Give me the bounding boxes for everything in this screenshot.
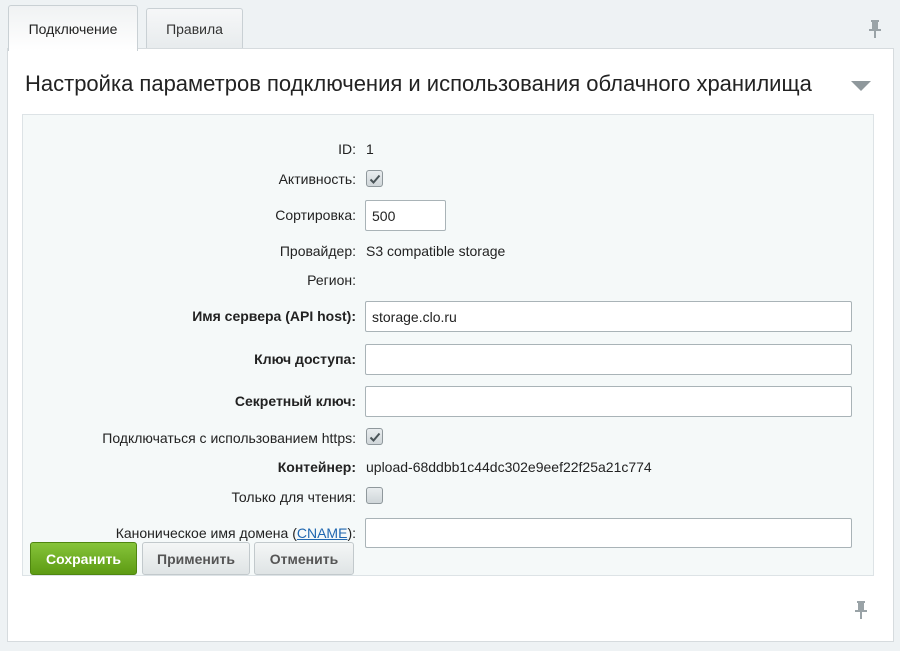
chevron-down-icon[interactable] [851, 80, 871, 92]
host-label: Имя сервера (API host): [192, 308, 356, 324]
pin-icon[interactable] [854, 600, 868, 620]
secret-key-input[interactable] [365, 386, 852, 417]
active-label: Активность: [278, 171, 356, 187]
https-label: Подключаться с использованием https: [102, 430, 356, 446]
host-input[interactable] [365, 301, 852, 332]
page-title: Настройка параметров подключения и испол… [25, 71, 812, 96]
readonly-checkbox[interactable] [366, 487, 383, 504]
sort-label: Сортировка: [275, 207, 356, 223]
access-key-input[interactable] [365, 344, 852, 375]
tab-connection[interactable]: Подключение [8, 5, 138, 51]
access-key-label: Ключ доступа: [254, 351, 356, 367]
tab-connection-label: Подключение [28, 20, 118, 37]
connection-form: ID: 1 Активность: Сортировка: Провайдер:… [22, 114, 874, 576]
container-label: Контейнер: [277, 459, 356, 475]
secret-key-label: Секретный ключ: [234, 393, 356, 409]
checkmark-icon [369, 174, 381, 184]
apply-button[interactable]: Применить [142, 542, 250, 575]
pin-icon[interactable] [868, 19, 882, 39]
cname-label: Каноническое имя домена (CNAME): [116, 525, 356, 541]
tab-rules[interactable]: Правила [146, 8, 243, 49]
id-label: ID: [338, 141, 356, 157]
active-checkbox[interactable] [366, 170, 383, 187]
provider-label: Провайдер: [279, 243, 356, 259]
https-checkbox[interactable] [366, 428, 383, 445]
tab-rules-label: Правила [166, 21, 223, 37]
region-label: Регион: [307, 272, 356, 288]
cname-label-suffix: ): [347, 525, 356, 541]
readonly-label: Только для чтения: [231, 489, 356, 505]
cancel-button[interactable]: Отменить [254, 542, 354, 575]
cname-link[interactable]: CNAME [297, 525, 348, 541]
provider-value: S3 compatible storage [366, 243, 506, 259]
sort-input[interactable] [365, 200, 446, 231]
settings-panel: Настройка параметров подключения и испол… [7, 48, 894, 642]
id-value: 1 [366, 141, 374, 157]
container-value: upload-68ddbb1c44dc302e9eef22f25a21c774 [366, 459, 652, 475]
save-button[interactable]: Сохранить [30, 542, 137, 575]
checkmark-icon [369, 432, 381, 442]
cname-label-prefix: Каноническое имя домена ( [115, 525, 297, 541]
cname-input[interactable] [365, 518, 852, 548]
